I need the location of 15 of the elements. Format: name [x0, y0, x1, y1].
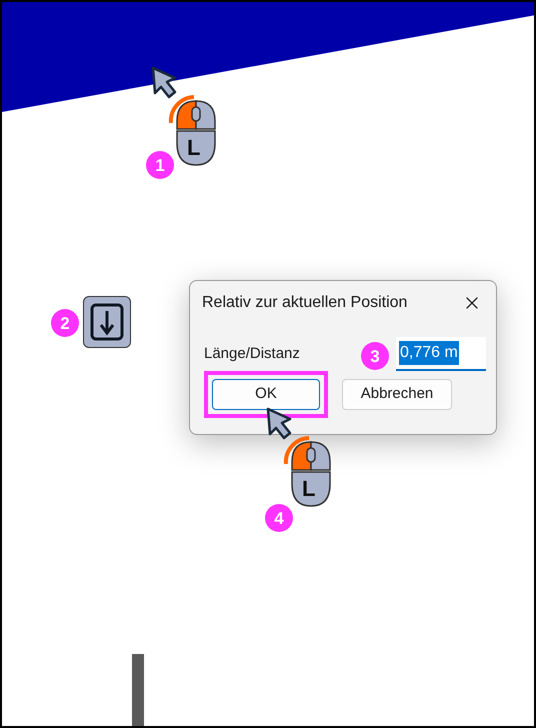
step-number: 4 — [265, 504, 293, 532]
step-number: 1 — [146, 151, 174, 179]
field-value: 0,776 m — [399, 341, 459, 365]
down-arrow-key-icon — [83, 296, 131, 348]
dialog-button[interactable]: OK — [212, 379, 320, 410]
mouse-key-label: L — [302, 478, 316, 500]
length-input-field[interactable]: 0,776 m — [396, 337, 486, 371]
post-drawing — [132, 654, 144, 726]
field-label: Länge/Distanz — [204, 344, 300, 364]
mouse-key-label: L — [187, 137, 200, 159]
dialog-title: Relativ zur aktuellen Position — [202, 293, 408, 313]
cursor-icon — [266, 407, 292, 441]
step-number: 2 — [51, 309, 79, 337]
dialog-button[interactable]: Abbrechen — [342, 379, 452, 410]
cursor-icon — [151, 66, 177, 100]
